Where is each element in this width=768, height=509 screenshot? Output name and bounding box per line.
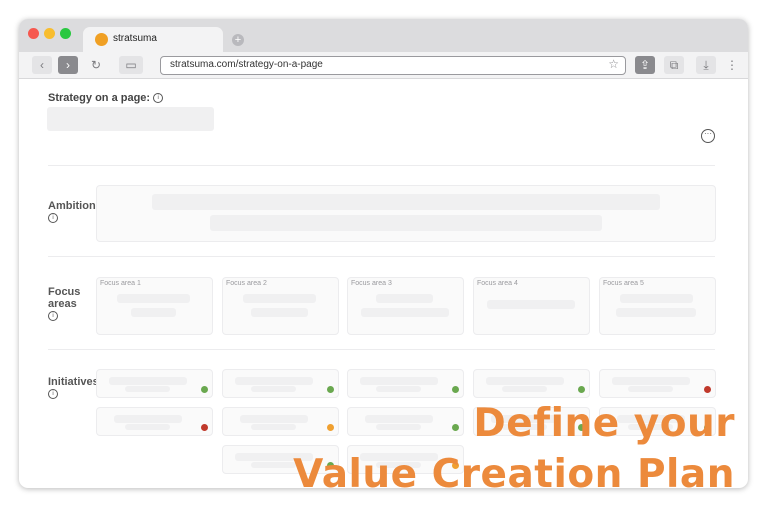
close-window-button[interactable] (28, 28, 39, 39)
placeholder-line (486, 377, 564, 385)
ambition-label-text: Ambition (48, 200, 96, 212)
initiatives-label: Initiatives i (48, 376, 99, 400)
status-dot (327, 386, 334, 393)
focus-area-card[interactable]: Focus area 2 (222, 277, 339, 335)
initiative-card[interactable] (96, 407, 213, 436)
placeholder-line (376, 386, 421, 392)
placeholder-line (616, 308, 696, 317)
placeholder-line (114, 415, 182, 423)
initiatives-label-text: Initiatives (48, 376, 99, 388)
strategy-name-field[interactable] (47, 107, 214, 131)
info-icon[interactable]: i (153, 93, 164, 104)
placeholder-line (620, 294, 693, 303)
placeholder-line (251, 386, 296, 392)
focus-area-label: Focus area 1 (100, 280, 141, 287)
focus-area-label: Focus area 3 (351, 280, 392, 287)
initiative-card[interactable] (222, 407, 339, 436)
maximize-window-button[interactable] (60, 28, 71, 39)
focus-area-card[interactable]: Focus area 5 (599, 277, 716, 335)
overlay-line-2: Value Creation Plan (293, 452, 735, 488)
share-icon[interactable]: ⇪ (635, 56, 655, 74)
status-dot (327, 424, 334, 431)
ambition-info-icon[interactable]: i (48, 213, 58, 224)
divider (48, 165, 715, 166)
minimize-window-button[interactable] (44, 28, 55, 39)
initiative-card[interactable] (222, 369, 339, 398)
browser-window: stratsuma + ‹ › ↻ ▭ stratsuma.com/strate… (19, 19, 748, 488)
initiatives-info-icon[interactable]: i (48, 389, 58, 400)
reload-icon[interactable]: ↻ (86, 56, 106, 74)
divider (48, 256, 715, 257)
placeholder-line (612, 377, 690, 385)
placeholder-line (109, 377, 187, 385)
status-dot (704, 386, 711, 393)
focus-area-label: Focus area 4 (477, 280, 518, 287)
initiative-card[interactable] (96, 369, 213, 398)
download-icon[interactable]: ⤓ (696, 56, 716, 74)
tab-title: stratsuma (113, 33, 157, 44)
page-content: Strategy on a page: i ··· Ambition i Foc… (19, 79, 748, 488)
browser-toolbar: ‹ › ↻ ▭ stratsuma.com/strategy-on-a-page… (19, 52, 748, 79)
focus-area-card[interactable]: Focus area 3 (347, 277, 464, 335)
placeholder-line (502, 386, 547, 392)
address-bar[interactable]: stratsuma.com/strategy-on-a-page ☆ (160, 56, 626, 75)
focus-area-label: Focus area 5 (603, 280, 644, 287)
new-tab-plus-icon[interactable]: + (232, 34, 244, 46)
status-dot (452, 386, 459, 393)
back-icon[interactable]: ‹ (32, 56, 52, 74)
placeholder-line (360, 377, 438, 385)
placeholder-line (628, 386, 673, 392)
more-icon[interactable]: ⋮ (722, 56, 742, 74)
tabs-icon[interactable]: ⧉ (664, 56, 684, 74)
options-menu-icon[interactable]: ··· (701, 129, 715, 143)
sidebar-icon[interactable]: ▭ (119, 56, 143, 74)
stratsuma-logo-icon (95, 33, 108, 46)
placeholder-line (240, 415, 308, 423)
placeholder-line (235, 377, 313, 385)
status-dot (452, 424, 459, 431)
placeholder-line (361, 308, 449, 317)
initiative-card[interactable] (347, 369, 464, 398)
placeholder-line (131, 308, 176, 317)
initiative-card[interactable] (473, 369, 590, 398)
focus-area-label: Focus area 2 (226, 280, 267, 287)
page-heading: Strategy on a page: i (48, 92, 164, 104)
ambition-placeholder-line (152, 194, 660, 210)
divider (48, 349, 715, 350)
status-dot (578, 386, 585, 393)
ambition-label: Ambition i (48, 200, 96, 224)
placeholder-line (117, 294, 190, 303)
placeholder-line (125, 424, 170, 430)
placeholder-line (251, 462, 296, 468)
bookmark-star-icon[interactable]: ☆ (608, 57, 619, 71)
title-bar: stratsuma + (19, 19, 748, 52)
forward-icon[interactable]: › (58, 56, 78, 74)
placeholder-line (243, 294, 316, 303)
status-dot (201, 386, 208, 393)
focus-areas-label-text: Focus areas (48, 286, 81, 310)
page-title: Strategy on a page: (48, 92, 151, 104)
initiative-card[interactable] (347, 407, 464, 436)
placeholder-line (251, 308, 308, 317)
placeholder-line (376, 294, 433, 303)
overlay-line-1: Define your (473, 401, 735, 446)
placeholder-line (376, 424, 421, 430)
url-text: stratsuma.com/strategy-on-a-page (170, 59, 323, 70)
placeholder-line (487, 300, 575, 309)
status-dot (201, 424, 208, 431)
focus-areas-info-icon[interactable]: i (48, 311, 58, 322)
browser-tab[interactable]: stratsuma (83, 27, 223, 52)
ambition-placeholder-line (210, 215, 602, 231)
focus-areas-label: Focus areas i (48, 286, 88, 322)
ambition-box[interactable] (96, 185, 716, 242)
initiative-card[interactable] (599, 369, 716, 398)
focus-area-card[interactable]: Focus area 1 (96, 277, 213, 335)
placeholder-line (251, 424, 296, 430)
focus-area-card[interactable]: Focus area 4 (473, 277, 590, 335)
placeholder-line (365, 415, 433, 423)
placeholder-line (125, 386, 170, 392)
